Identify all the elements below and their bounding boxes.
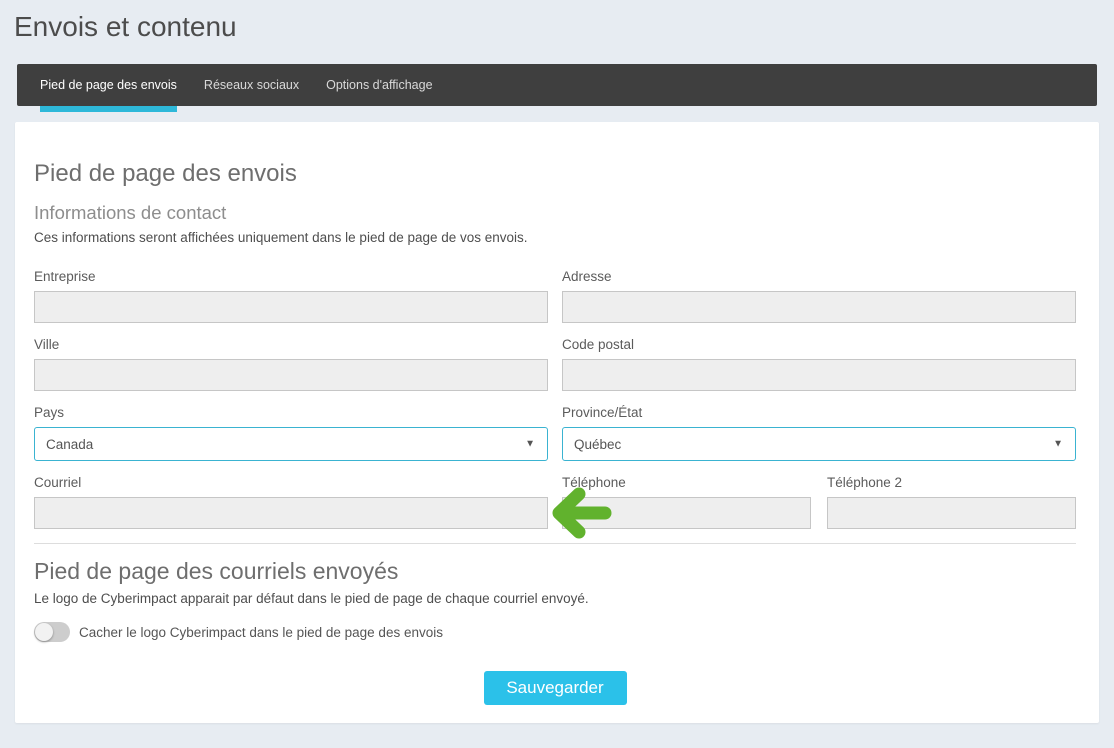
contact-section-description: Ces informations seront affichées unique… [34,229,1076,247]
pays-select[interactable]: Canada [34,427,548,461]
telephone2-label: Téléphone 2 [827,475,1076,491]
toggle-label: Cacher le logo Cyberimpact dans le pied … [79,625,443,640]
form-row: Entreprise Adresse [34,269,1076,323]
code-postal-label: Code postal [562,337,1076,353]
ville-label: Ville [34,337,548,353]
province-select[interactable]: Québec [562,427,1076,461]
adresse-input[interactable] [562,291,1076,323]
telephone-input[interactable] [562,497,811,529]
entreprise-input[interactable] [34,291,548,323]
courriel-input[interactable] [34,497,548,529]
card-title: Pied de page des envois [34,159,1076,189]
field-adresse: Adresse [562,269,1076,323]
ville-input[interactable] [34,359,548,391]
field-telephone: Téléphone [562,475,811,529]
courriel-label: Courriel [34,475,548,491]
entreprise-label: Entreprise [34,269,548,285]
form-row: Pays Canada ▼ Province/État Québec ▼ [34,405,1076,461]
pays-select-wrap: Canada ▼ [34,427,548,461]
field-province: Province/État Québec ▼ [562,405,1076,461]
section-divider [34,543,1076,544]
tab-label: Pied de page des envois [40,78,177,92]
tab-reseaux-sociaux[interactable]: Réseaux sociaux [204,64,299,106]
telephone-fields: Téléphone Téléphone 2 [562,475,1076,529]
telephone2-input[interactable] [827,497,1076,529]
tab-bar: Pied de page des envois Réseaux sociaux … [17,64,1097,106]
page-title: Envois et contenu [14,10,1114,44]
save-button[interactable]: Sauvegarder [484,671,627,705]
province-select-wrap: Québec ▼ [562,427,1076,461]
field-entreprise: Entreprise [34,269,548,323]
province-label: Province/État [562,405,1076,421]
hide-logo-toggle[interactable] [34,622,70,642]
form-row: Ville Code postal [34,337,1076,391]
footer-section-title: Pied de page des courriels envoyés [34,556,1076,586]
form-row: Courriel Téléphone Téléphone 2 [34,475,1076,529]
contact-section-title: Informations de contact [34,201,1076,225]
tab-label: Réseaux sociaux [204,78,299,92]
content-card: Pied de page des envois Informations de … [15,122,1099,723]
tab-label: Options d'affichage [326,78,432,92]
active-tab-underline [40,106,177,112]
adresse-label: Adresse [562,269,1076,285]
toggle-knob [35,623,53,641]
telephone-label: Téléphone [562,475,811,491]
field-courriel: Courriel [34,475,548,529]
tab-pied-de-page-des-envois[interactable]: Pied de page des envois [40,64,177,106]
field-ville: Ville [34,337,548,391]
pays-label: Pays [34,405,548,421]
toggle-row: Cacher le logo Cyberimpact dans le pied … [34,622,1076,642]
field-telephone2: Téléphone 2 [827,475,1076,529]
field-code-postal: Code postal [562,337,1076,391]
code-postal-input[interactable] [562,359,1076,391]
field-pays: Pays Canada ▼ [34,405,548,461]
footer-section-description: Le logo de Cyberimpact apparait par défa… [34,590,1076,608]
tab-options-affichage[interactable]: Options d'affichage [326,64,432,106]
